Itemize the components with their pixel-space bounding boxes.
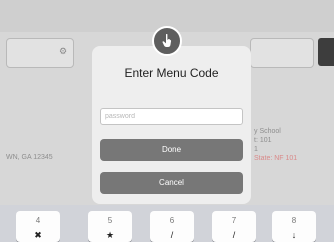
key-number: 7 [231, 216, 237, 225]
background-field [250, 38, 314, 68]
key-symbol: / [170, 230, 174, 240]
background-address: WN, GA 12345 [6, 154, 53, 161]
cancel-button[interactable]: Cancel [100, 172, 243, 194]
key-number: 6 [169, 216, 175, 225]
key-number: 5 [107, 216, 113, 225]
key-number: 4 [35, 216, 41, 225]
gear-icon: ⚙ [58, 46, 68, 56]
dialog-title: Enter Menu Code [124, 66, 219, 80]
password-input[interactable] [100, 108, 243, 125]
hand-pointer-icon [152, 26, 182, 56]
key-symbol: ↓ [291, 230, 297, 240]
background-school-info: t: 101 [254, 137, 272, 144]
background-school-name: y School [254, 128, 281, 135]
key-number: 8 [291, 216, 297, 225]
background-tab [318, 38, 334, 66]
done-button[interactable]: Done [100, 139, 243, 161]
key-symbol: ★ [105, 230, 115, 240]
key-symbol: ✖ [34, 230, 42, 240]
background-school-state: State: NF 101 [254, 155, 298, 162]
key-symbol: / [232, 230, 236, 240]
app-screen: ⚙ WN, GA 12345 y School t: 101 1 State: … [0, 0, 334, 242]
background-school-info: 1 [254, 146, 258, 153]
